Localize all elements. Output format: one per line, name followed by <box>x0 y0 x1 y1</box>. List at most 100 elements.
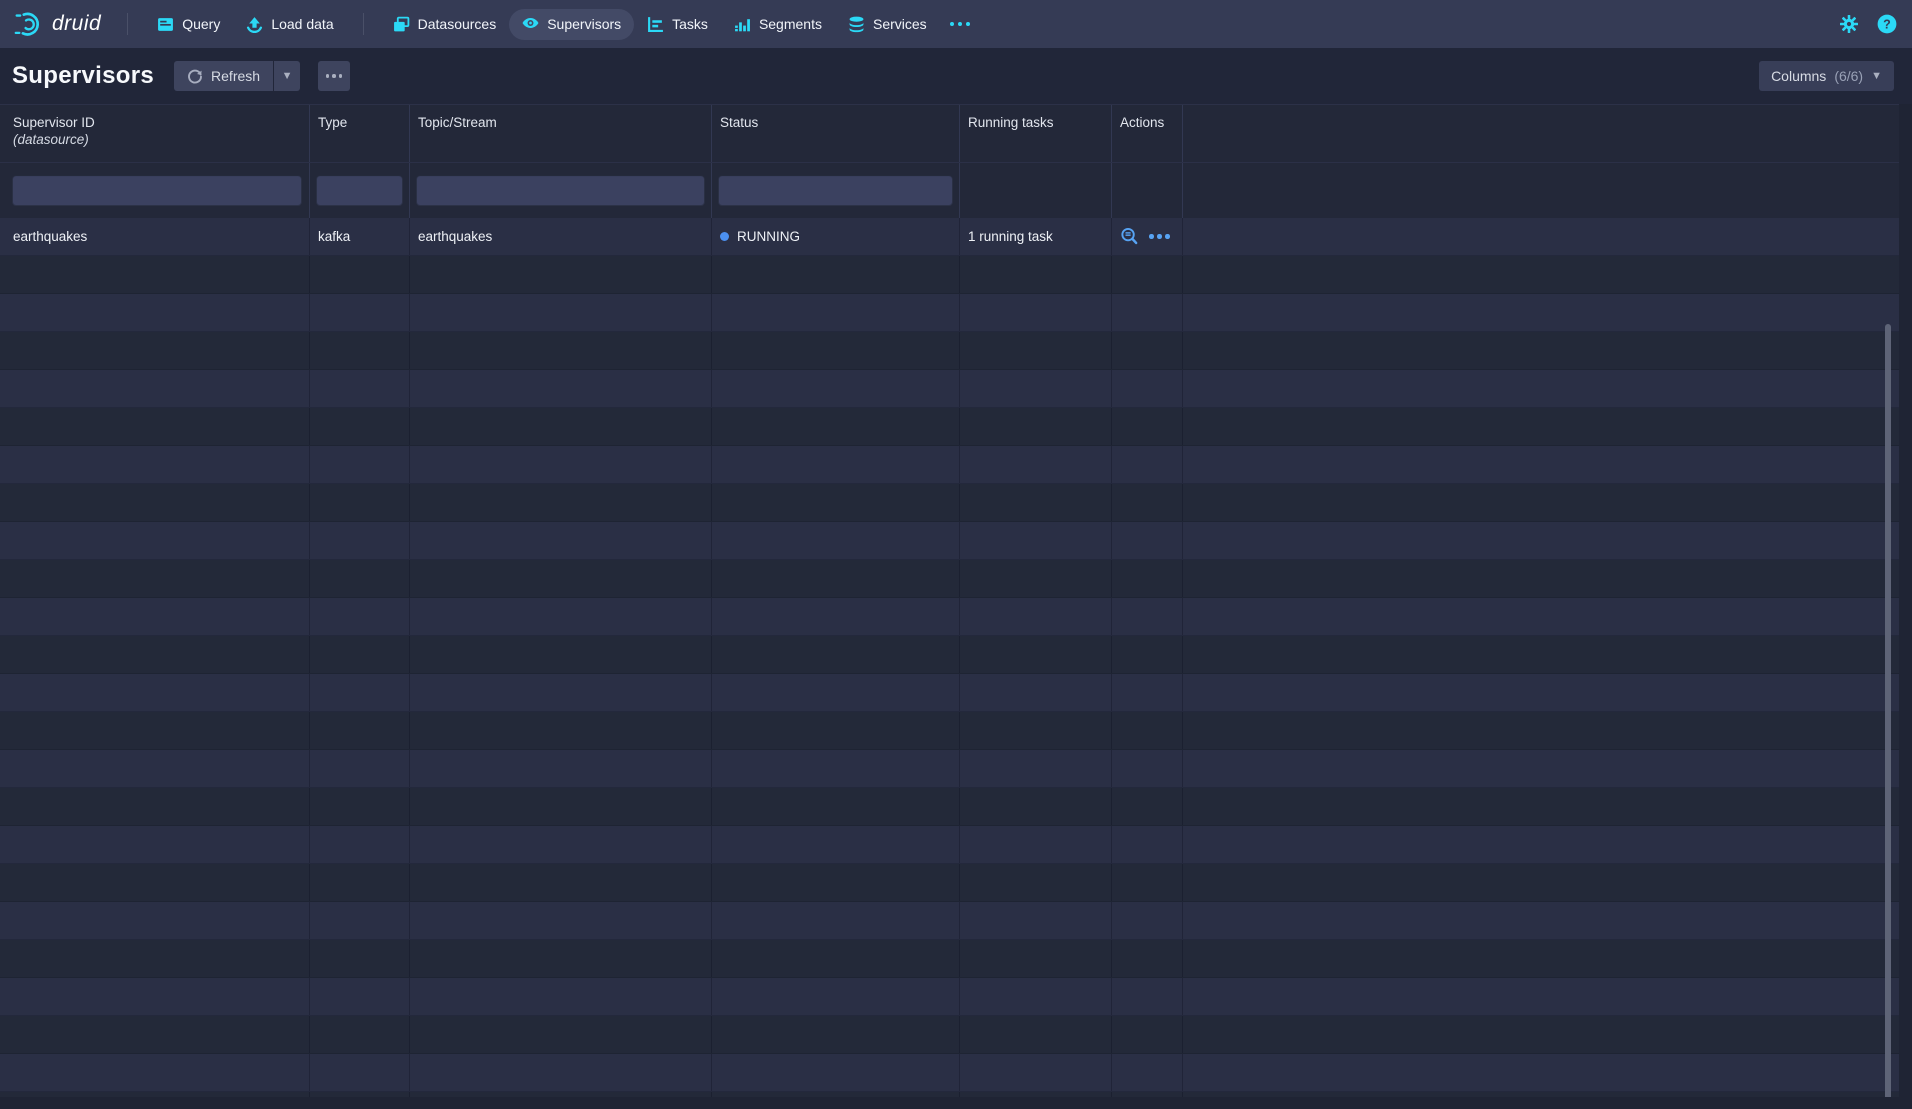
columns-label: Columns <box>1771 68 1826 84</box>
cell-running-tasks: 1 running task <box>960 218 1112 255</box>
load-data-icon <box>246 16 263 33</box>
column-header-status[interactable]: Status <box>712 105 960 162</box>
cell-empty <box>712 408 960 445</box>
cell-filler <box>1183 218 1899 255</box>
page-title: Supervisors <box>12 62 154 90</box>
cell-empty <box>1183 484 1899 521</box>
cell-empty <box>960 370 1112 407</box>
nav-item-segments[interactable]: Segments <box>721 9 835 40</box>
cell-empty <box>410 484 712 521</box>
page-toolbar: Supervisors Refresh ▼ Columns (6/6) ▼ <box>0 48 1912 104</box>
table-row-empty <box>0 636 1899 674</box>
cell-empty <box>712 522 960 559</box>
cell-empty <box>712 826 960 863</box>
services-icon <box>848 16 865 33</box>
cell-empty <box>1112 408 1183 445</box>
nav-item-supervisors[interactable]: Supervisors <box>509 9 634 40</box>
nav-item-query[interactable]: Query <box>144 9 233 40</box>
table-body: earthquakes kafka earthquakes RUNNING 1 … <box>0 218 1899 1097</box>
cell-empty <box>1112 978 1183 1015</box>
filter-input-topic-stream[interactable] <box>416 175 705 206</box>
nav-item-label: Supervisors <box>547 16 621 32</box>
cell-empty <box>1112 750 1183 787</box>
cell-empty <box>0 788 310 825</box>
cell-supervisor-id: earthquakes <box>0 218 310 255</box>
cell-empty <box>410 408 712 445</box>
query-icon <box>157 16 174 33</box>
cell-empty <box>1183 864 1899 901</box>
column-header-supervisor-id[interactable]: Supervisor ID (datasource) <box>0 105 310 162</box>
column-header-topic-stream[interactable]: Topic/Stream <box>410 105 712 162</box>
druid-logo-icon <box>14 8 46 40</box>
refresh-button[interactable]: Refresh <box>174 61 273 91</box>
table-row-empty <box>0 560 1899 598</box>
filter-input-type[interactable] <box>316 175 403 206</box>
filter-input-supervisor-id[interactable] <box>12 175 302 206</box>
cell-empty <box>1183 522 1899 559</box>
cell-empty <box>960 978 1112 1015</box>
nav-more-icon[interactable] <box>940 22 980 26</box>
more-actions-button[interactable] <box>318 61 350 91</box>
cell-empty <box>310 902 410 939</box>
cell-empty <box>310 1092 410 1097</box>
columns-dropdown-button[interactable]: Columns (6/6) ▼ <box>1759 61 1894 91</box>
settings-gear-icon[interactable] <box>1838 13 1860 35</box>
cell-empty <box>0 712 310 749</box>
cell-empty <box>310 1016 410 1053</box>
supervisors-table: Supervisor ID (datasource) Type Topic/St… <box>0 104 1899 1097</box>
table-row-empty <box>0 484 1899 522</box>
filter-input-status[interactable] <box>718 175 953 206</box>
nav-item-load-data[interactable]: Load data <box>233 9 346 40</box>
cell-empty <box>1112 1054 1183 1091</box>
column-header-running-tasks[interactable]: Running tasks <box>960 105 1112 162</box>
cell-empty <box>1112 940 1183 977</box>
druid-logo[interactable]: druid <box>14 8 101 40</box>
nav-item-datasources[interactable]: Datasources <box>380 9 510 40</box>
cell-empty <box>1183 1054 1899 1091</box>
segments-icon <box>734 16 751 33</box>
cell-empty <box>960 940 1112 977</box>
cell-empty <box>410 788 712 825</box>
row-more-actions-icon[interactable] <box>1149 234 1170 239</box>
table-row-empty <box>0 864 1899 902</box>
nav-item-label: Load data <box>271 16 333 32</box>
magnify-details-icon[interactable] <box>1120 227 1139 246</box>
vertical-scrollbar-thumb[interactable] <box>1885 324 1891 1097</box>
ellipsis-icon <box>326 74 343 78</box>
cell-empty <box>410 864 712 901</box>
cell-empty <box>410 370 712 407</box>
cell-empty <box>0 598 310 635</box>
cell-empty <box>712 940 960 977</box>
cell-empty <box>1112 522 1183 559</box>
cell-empty <box>410 560 712 597</box>
cell-empty <box>0 940 310 977</box>
cell-empty <box>1183 370 1899 407</box>
cell-empty <box>310 750 410 787</box>
cell-empty <box>712 446 960 483</box>
cell-empty <box>712 370 960 407</box>
cell-empty <box>310 370 410 407</box>
table-row-empty <box>0 674 1899 712</box>
nav-item-services[interactable]: Services <box>835 9 940 40</box>
nav-item-tasks[interactable]: Tasks <box>634 9 721 40</box>
cell-empty <box>1183 750 1899 787</box>
top-navbar: druid Query Load data Dat <box>0 0 1912 48</box>
refresh-dropdown-button[interactable]: ▼ <box>274 61 300 91</box>
cell-empty <box>960 484 1112 521</box>
column-header-type[interactable]: Type <box>310 105 410 162</box>
nav-item-label: Segments <box>759 16 822 32</box>
cell-empty <box>960 332 1112 369</box>
cell-empty <box>1183 332 1899 369</box>
refresh-label: Refresh <box>211 68 260 84</box>
cell-empty <box>712 636 960 673</box>
logo-wordmark: druid <box>52 12 101 36</box>
cell-empty <box>712 598 960 635</box>
cell-empty <box>712 1054 960 1091</box>
cell-empty <box>712 674 960 711</box>
cell-empty <box>310 674 410 711</box>
cell-empty <box>410 712 712 749</box>
cell-topic-stream: earthquakes <box>410 218 712 255</box>
table-row-empty <box>0 940 1899 978</box>
cell-empty <box>310 560 410 597</box>
help-icon[interactable]: ? <box>1876 13 1898 35</box>
